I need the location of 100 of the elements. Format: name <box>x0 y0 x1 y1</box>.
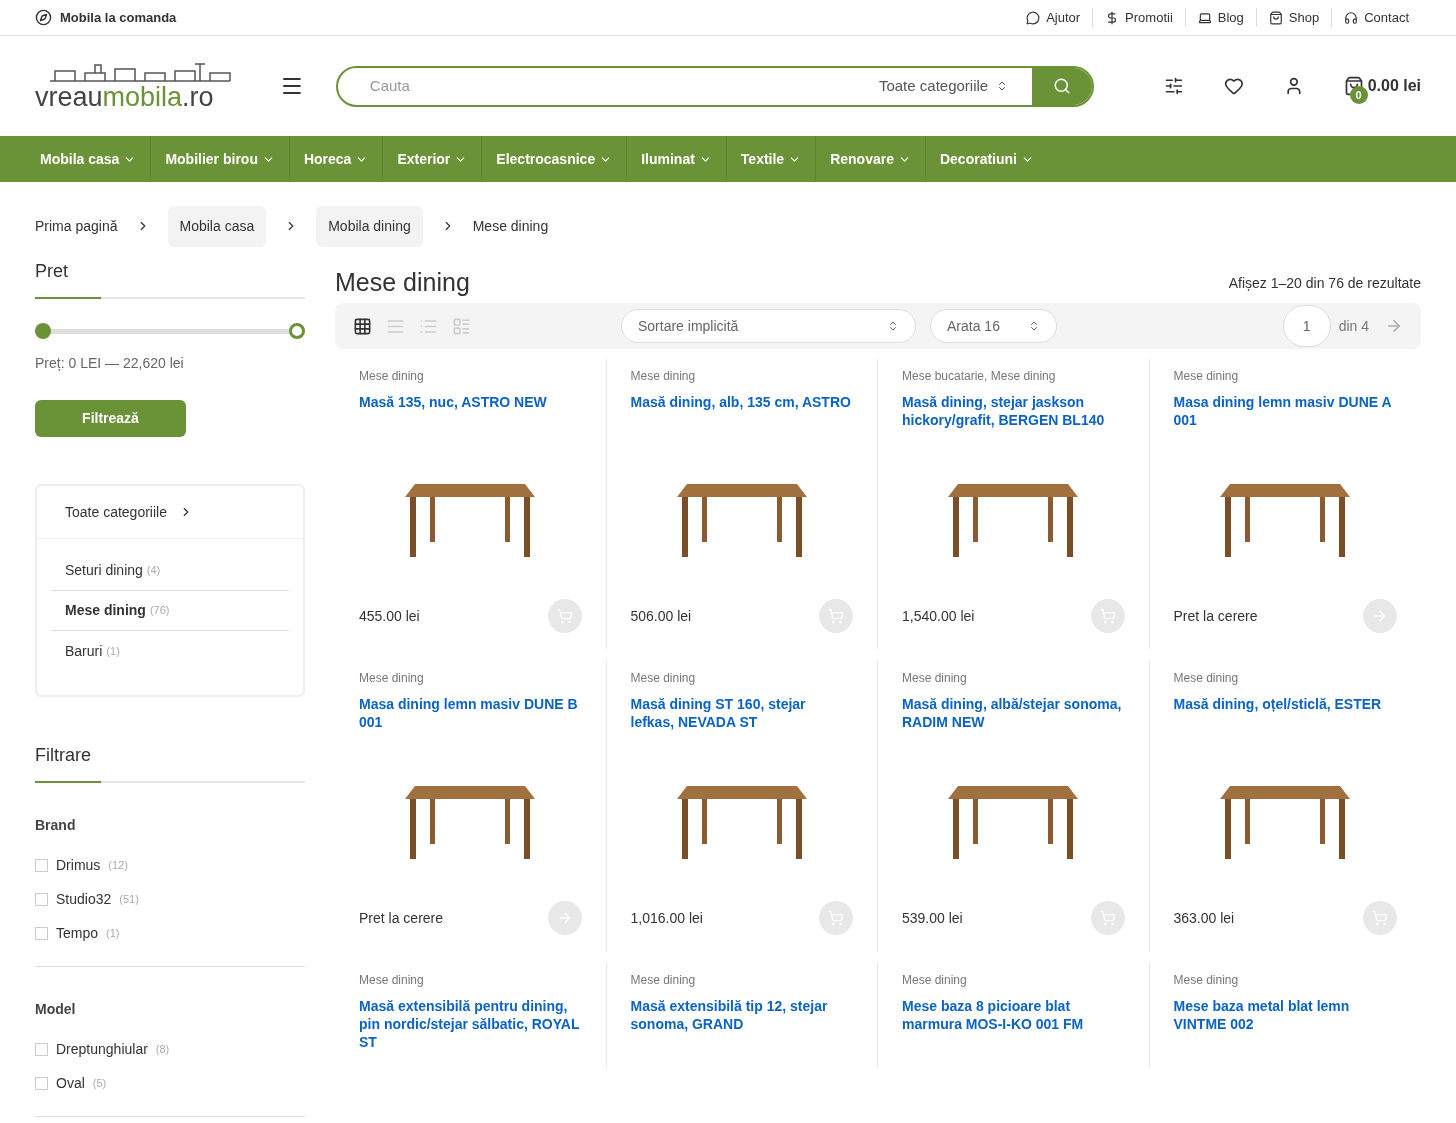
product-title-link[interactable]: Masă dining, albă/stejar sonoma, RADIM NEW <box>902 695 1125 731</box>
filter-group-title: Brand <box>35 816 77 835</box>
top-link[interactable]: Blog <box>1184 7 1256 28</box>
checkbox[interactable] <box>35 858 48 872</box>
product-price: 455.00 lei <box>359 606 420 626</box>
page-number-field[interactable]: 1 <box>1282 305 1331 347</box>
filter-option[interactable]: Dreptunghiular (8) <box>35 1032 305 1066</box>
filter-option[interactable]: Drimus (12) <box>35 848 305 882</box>
filter-option[interactable]: Oval (5) <box>35 1066 305 1100</box>
search-field[interactable]: Cauta Toate categoriile <box>335 65 1095 107</box>
product-title-link[interactable]: Mese baza 8 picioare blat marmura MOS-I-KO 001 FM <box>902 997 1125 1033</box>
price-slider[interactable] <box>35 323 305 339</box>
product-category: Mese dining <box>630 368 697 385</box>
product-title-link[interactable]: Masă dining, oțel/sticlă, ESTER <box>1173 695 1397 731</box>
next-page-icon[interactable] <box>1385 317 1403 335</box>
breadcrumb-link[interactable]: Mobila casa <box>167 205 267 247</box>
category-item[interactable]: Seturi dining (4) <box>51 551 289 591</box>
results-count: Afișez 1–20 din 76 de rezultate <box>1228 273 1421 293</box>
section-title: Pret <box>35 260 69 283</box>
nav-menu-item[interactable]: Mobilier birou <box>150 136 289 182</box>
sort-arrows-icon <box>887 320 899 332</box>
site-logo[interactable]: vreaumobila.ro <box>35 61 235 111</box>
all-categories-link[interactable]: Toate categoriile <box>37 486 303 539</box>
product-category: Mese dining <box>902 972 968 989</box>
product-title-link[interactable]: Masă 135, nuc, ASTRO NEW <box>359 393 582 429</box>
product-price: Pret la cerere <box>1173 606 1258 626</box>
laptop-icon <box>1197 10 1212 25</box>
chat-icon <box>1026 10 1041 25</box>
nav-menu-item[interactable]: Electrocasnice <box>481 136 627 182</box>
bag-icon <box>1268 10 1283 25</box>
price-range-text: Preț: 0 LEI — 22,620 lei <box>35 354 185 373</box>
wishlist-icon[interactable] <box>1224 76 1244 96</box>
product-category: Mese dining <box>359 972 425 989</box>
grid-view-icon[interactable] <box>353 316 372 336</box>
product-price: 1,016.00 lei <box>630 908 703 928</box>
top-link[interactable]: Ajutor <box>1014 7 1093 28</box>
nav-menu-item[interactable]: Iluminat <box>626 136 726 182</box>
product-category: Mese dining <box>1173 670 1240 687</box>
product-category: Mese dining <box>359 368 425 385</box>
cart-total: 0.00 lei <box>1367 76 1421 96</box>
nav-menu-item[interactable]: Renovare <box>815 136 925 182</box>
product-category: Mese dining <box>630 972 697 989</box>
product-price: Pret la cerere <box>359 908 444 928</box>
filter-option[interactable]: Tempo (1) <box>35 916 305 950</box>
search-icon <box>1053 77 1072 95</box>
sort-select[interactable]: Sortare implicită <box>621 309 916 343</box>
product-title-link[interactable]: Masă extensibilă tip 12, stejar sonoma, GRAND <box>630 997 853 1033</box>
product-category: Mese dining <box>1173 368 1240 385</box>
nav-menu-item[interactable]: Horeca <box>288 136 383 182</box>
category-item[interactable]: Baruri (1) <box>51 631 289 671</box>
product-price: 506.00 lei <box>630 606 692 626</box>
headset-icon <box>1344 10 1359 25</box>
product-price: 539.00 lei <box>902 908 963 928</box>
category-item[interactable]: Mese dining (76) <box>51 591 289 631</box>
nav-menu-item[interactable]: Mobila casa <box>35 136 151 182</box>
breadcrumb-link[interactable]: Mese dining <box>472 215 549 237</box>
checkbox[interactable] <box>35 926 48 940</box>
section-title: Filtrare <box>35 744 92 767</box>
product-title-link[interactable]: Masă dining, alb, 135 cm, ASTRO <box>630 393 853 429</box>
search-button[interactable] <box>1032 67 1093 105</box>
top-link[interactable]: Contact <box>1331 7 1421 28</box>
sort-arrows-icon <box>1028 320 1040 332</box>
product-category: Mese dining <box>359 670 425 687</box>
product-title-link[interactable]: Mese baza metal blat lemn VINTME 002 <box>1173 997 1397 1033</box>
compass-icon <box>35 9 52 26</box>
product-title-link[interactable]: Masa dining lemn masiv DUNE A 001 <box>1173 393 1397 429</box>
slider-handle[interactable] <box>35 323 51 339</box>
product-title-link[interactable]: Masă dining, stejar jaskson hickory/grafit, BERGEN BL140 <box>902 393 1125 429</box>
compare-icon[interactable] <box>1164 76 1184 96</box>
nav-menu-item[interactable]: Decoratiuni <box>924 136 1048 182</box>
per-page-select[interactable]: Arata 16 <box>930 309 1057 343</box>
slider-handle[interactable] <box>289 323 305 339</box>
product-price: 1,540.00 lei <box>902 606 975 626</box>
product-title-link[interactable]: Masă dining ST 160, stejar lefkas, NEVADA ST <box>630 695 853 731</box>
product-title-link[interactable]: Masă extensibilă pentru dining, pin nordic/stejar sălbatic, ROYAL ST <box>359 997 582 1051</box>
checkbox[interactable] <box>35 1042 48 1056</box>
search-input[interactable]: Cauta <box>337 74 879 98</box>
product-price: 363.00 lei <box>1173 908 1235 928</box>
breadcrumb-link[interactable]: Prima pagină <box>35 215 118 237</box>
filter-group-title: Model <box>35 1000 77 1019</box>
tagline: Mobila la comanda <box>60 8 177 27</box>
cart-count-badge: 0 <box>1349 86 1368 104</box>
filter-option[interactable]: Studio32 (51) <box>35 882 305 916</box>
filter-button[interactable]: Filtrează <box>35 400 186 437</box>
top-link[interactable]: Shop <box>1255 7 1332 28</box>
nav-menu-item[interactable]: Textile <box>725 136 816 182</box>
product-title-link[interactable]: Masa dining lemn masiv DUNE B 001 <box>359 695 582 731</box>
page-title: Mese dining <box>335 267 470 299</box>
product-category: Mese bucatarie, Mese dining <box>902 368 1057 385</box>
checkbox[interactable] <box>35 1076 48 1090</box>
checkbox[interactable] <box>35 892 48 906</box>
top-link[interactable]: Promotii <box>1092 7 1185 28</box>
product-category: Mese dining <box>1173 972 1240 989</box>
category-select[interactable]: Toate categoriile <box>878 74 1033 98</box>
breadcrumb-link[interactable]: Mobila dining <box>316 205 423 247</box>
rows-view-icon[interactable] <box>452 316 471 336</box>
page-total: din 4 <box>1338 316 1369 336</box>
nav-menu-item[interactable]: Exterior <box>382 136 482 182</box>
product-category: Mese dining <box>630 670 697 687</box>
product-category: Mese dining <box>902 670 968 687</box>
